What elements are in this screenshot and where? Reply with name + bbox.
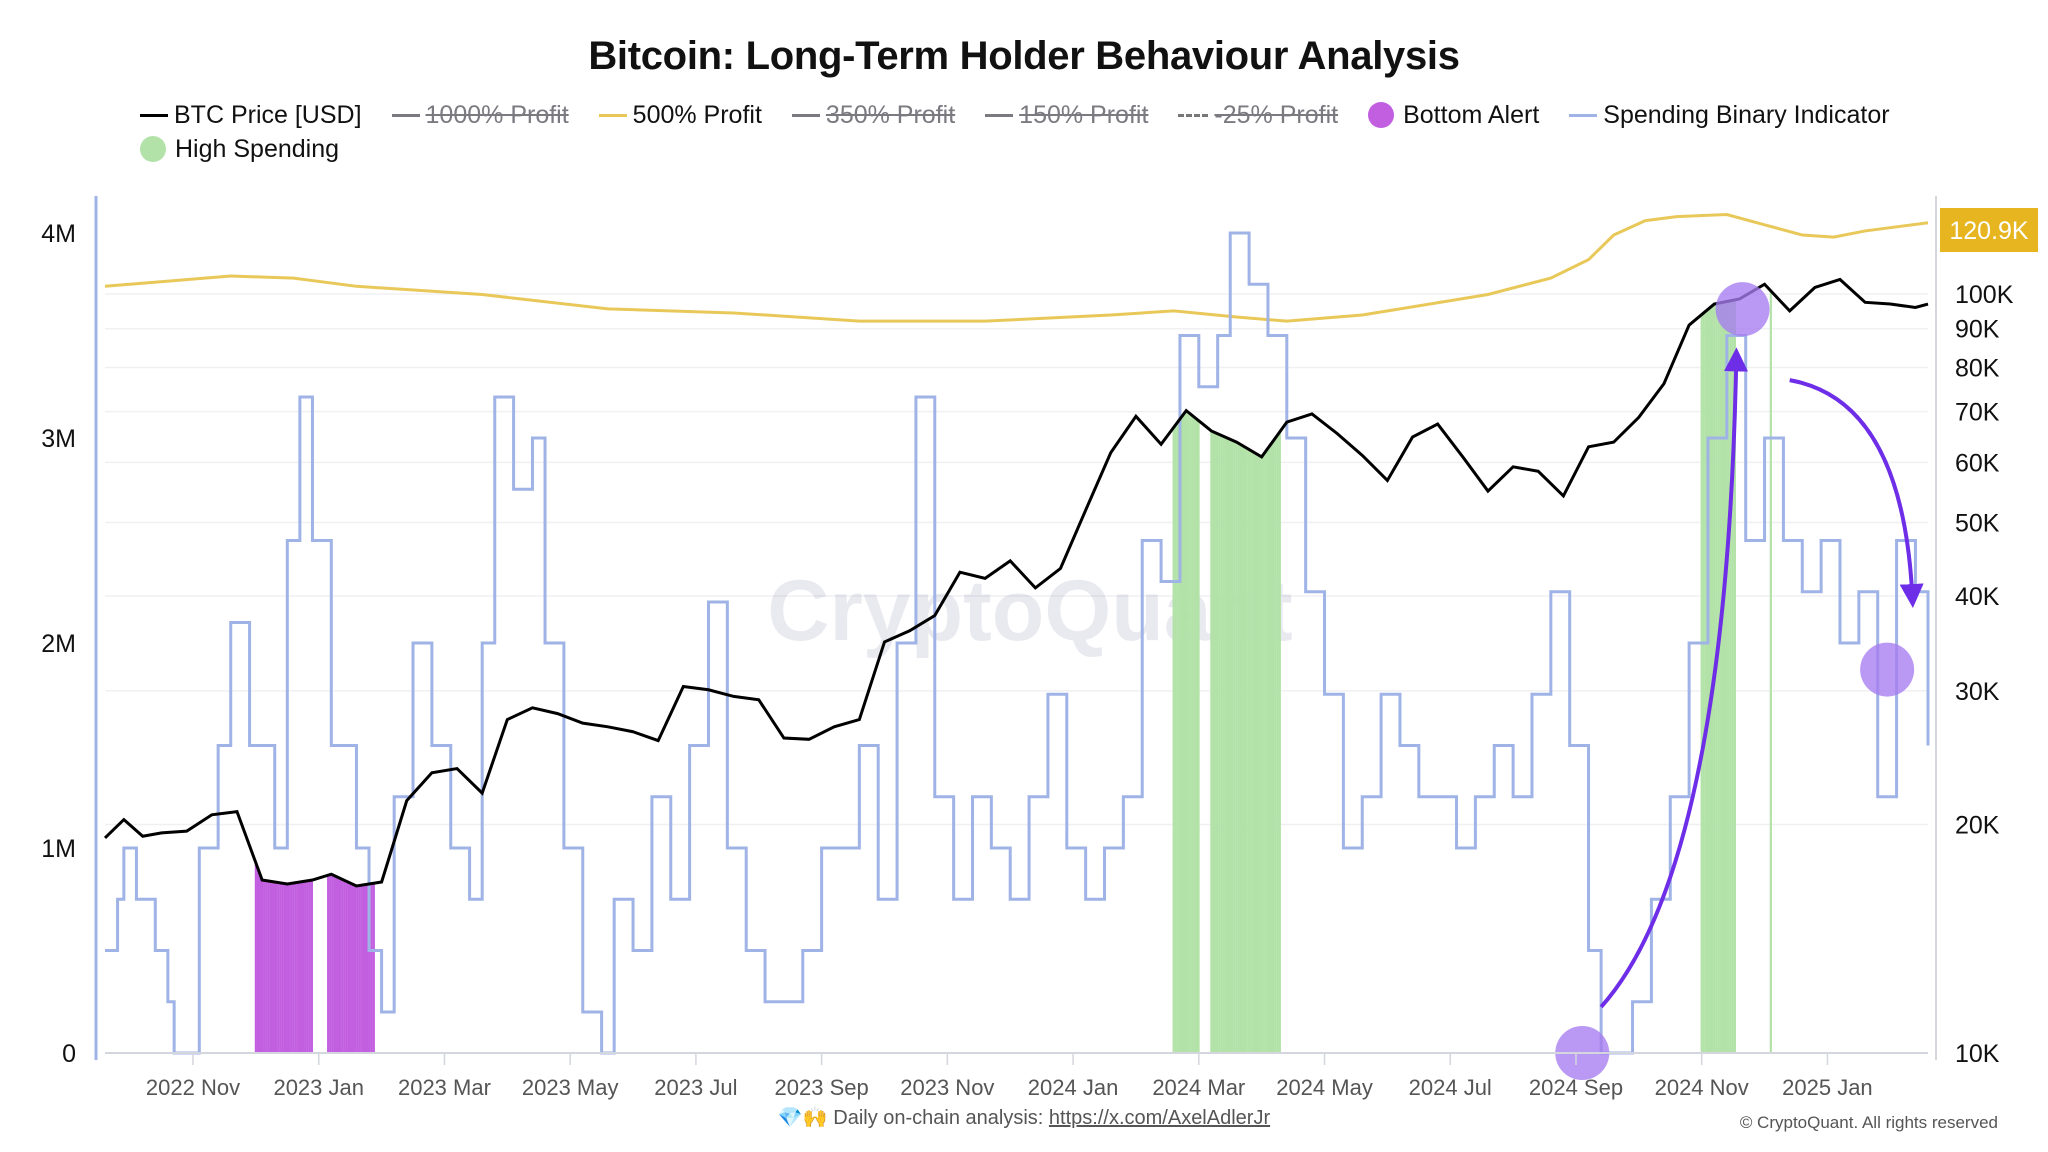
right-tick-label: 50K <box>1955 509 2000 537</box>
left-tick-label: 1M <box>41 835 76 863</box>
copyright: © CryptoQuant. All rights reserved <box>1739 1113 1998 1132</box>
right-tick-label: 40K <box>1955 583 2000 611</box>
right-tick-label: 60K <box>1955 449 2000 477</box>
x-tick-label: 2024 Sep <box>1529 1075 1623 1100</box>
right-axis-ticks: 10K 20K 30K 40K 50K 60K 70K 80K 90K 100K <box>1955 281 2014 1068</box>
x-tick-label: 2025 Jan <box>1782 1075 1873 1100</box>
svg-text:120.9K: 120.9K <box>1949 217 2029 245</box>
bottom-alert-circle <box>1860 642 1915 697</box>
right-tick-label: 30K <box>1955 678 2000 706</box>
x-tick-label: 2024 Jan <box>1028 1075 1119 1100</box>
x-tick-label: 2024 Nov <box>1655 1075 1749 1100</box>
high-spending-bars <box>1172 290 1772 1053</box>
x-tick-label: 2024 Jul <box>1409 1075 1492 1100</box>
bottom-alert-circle <box>1715 282 1770 337</box>
right-tick-label: 100K <box>1955 281 2014 309</box>
gridlines <box>105 293 1928 1054</box>
footer-link[interactable]: https://x.com/AxelAdlerJr <box>1049 1107 1270 1129</box>
x-tick-label: 2024 May <box>1276 1075 1373 1100</box>
x-tick-label: 2023 May <box>522 1075 619 1100</box>
right-tick-label: 80K <box>1955 355 2000 383</box>
x-tick-label: 2023 Nov <box>900 1075 994 1100</box>
right-tick-label: 10K <box>1955 1040 2000 1068</box>
price-badge: 120.9K <box>1940 208 2038 252</box>
right-tick-label: 90K <box>1955 316 2000 344</box>
x-tick-label: 2022 Nov <box>146 1075 240 1100</box>
left-tick-label: 3M <box>41 425 76 453</box>
chart-canvas: CryptoQuant 01M2M3M4M 10K20K30K40K50K60K… <box>41 196 2038 1100</box>
x-tick-label: 2023 Mar <box>398 1075 491 1100</box>
x-tick-label: 2024 Mar <box>1152 1075 1245 1100</box>
right-tick-label: 70K <box>1955 399 2000 427</box>
series-line-500-profit <box>104 213 1929 323</box>
x-axis-ticks: 2022 Nov 2023 Jan 2023 Mar 2023 May 2023 Jul… <box>146 1053 1873 1100</box>
x-tick-label: 2023 Sep <box>775 1075 869 1100</box>
right-tick-label: 20K <box>1955 812 2000 840</box>
left-tick-label: 4M <box>41 220 76 248</box>
bottom-alert-bars <box>254 861 375 1053</box>
left-tick-label: 2M <box>41 630 76 658</box>
x-tick-label: 2023 Jul <box>654 1075 737 1100</box>
footer-emoji: 💎🙌 <box>777 1107 828 1129</box>
left-axis-ticks: 0 1M 2M 3M 4M <box>41 220 76 1068</box>
x-tick-label: 2023 Jan <box>273 1075 364 1100</box>
left-tick-label: 0 <box>62 1040 76 1068</box>
footer-text: Daily on-chain analysis: <box>833 1107 1049 1129</box>
arrow-down-annotation <box>1789 378 1924 609</box>
